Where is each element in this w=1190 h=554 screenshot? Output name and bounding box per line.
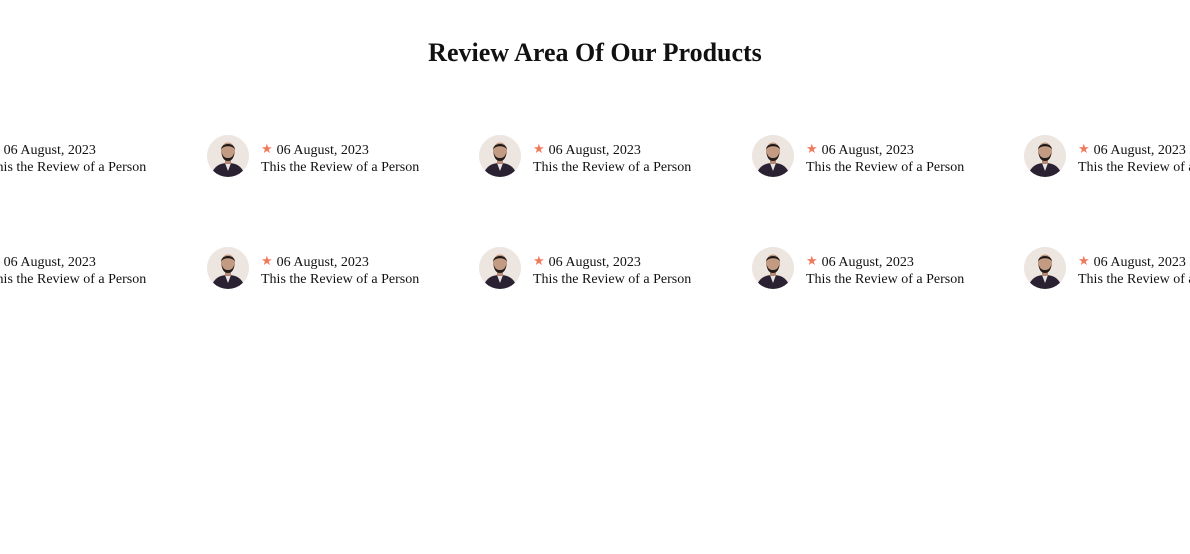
avatar [479,247,521,289]
review-date: 06 August, 2023 [1093,143,1186,158]
star-icon: ★ [261,253,273,268]
review-text: This the Review of a Person [1078,272,1190,287]
review-row: ★06 August, 2023 This the Review of a Pe… [0,134,1190,178]
review-date: 06 August, 2023 [276,255,369,270]
review-text: This the Review of a Person [533,160,692,175]
star-icon: ★ [533,141,545,156]
page-title: Review Area Of Our Products [428,38,762,67]
review-card: ★06 August, 2023 This the Review of a Pe… [207,246,467,290]
avatar [752,247,794,289]
review-date: 06 August, 2023 [548,143,641,158]
review-text: This the Review of a Person [1078,160,1190,175]
avatar [207,135,249,177]
avatar-image [1024,247,1066,289]
avatar-image [752,247,794,289]
avatar [207,247,249,289]
review-date: 06 August, 2023 [3,255,96,270]
review-text: This the Review of a Person [533,272,692,287]
review-card: ★06 August, 2023 This the Review of a Pe… [207,134,467,178]
star-icon: ★ [1078,141,1090,156]
star-icon: ★ [1078,253,1090,268]
star-icon: ★ [261,141,273,156]
review-card: ★06 August, 2023 This the Review of a Pe… [752,246,1012,290]
review-text: This the Review of a Person [806,272,965,287]
review-card: ★06 August, 2023 This the Review of a Pe… [0,246,194,290]
avatar [1024,247,1066,289]
review-card: ★06 August, 2023 This the Review of a Pe… [479,246,739,290]
review-date: 06 August, 2023 [821,255,914,270]
avatar [479,135,521,177]
review-text: This the Review of a Person [0,160,147,175]
review-date: 06 August, 2023 [3,143,96,158]
star-icon: ★ [806,141,818,156]
avatar-image [1024,135,1066,177]
review-text: This the Review of a Person [261,160,420,175]
review-card: ★06 August, 2023 This the Review of a Pe… [752,134,1012,178]
review-date: 06 August, 2023 [548,255,641,270]
review-card: ★06 August, 2023 This the Review of a Pe… [1024,246,1190,290]
avatar-image [752,135,794,177]
review-card: ★06 August, 2023 This the Review of a Pe… [1024,134,1190,178]
review-text: This the Review of a Person [261,272,420,287]
review-date: 06 August, 2023 [276,143,369,158]
review-text: This the Review of a Person [806,160,965,175]
review-date: 06 August, 2023 [1093,255,1186,270]
review-card: ★06 August, 2023 This the Review of a Pe… [479,134,739,178]
review-row: ★06 August, 2023 This the Review of a Pe… [0,246,1190,290]
avatar [752,135,794,177]
avatar-image [207,135,249,177]
review-card: ★06 August, 2023 This the Review of a Pe… [0,134,194,178]
avatar-image [479,135,521,177]
avatar-image [479,247,521,289]
review-date: 06 August, 2023 [821,143,914,158]
star-icon: ★ [533,253,545,268]
avatar-image [207,247,249,289]
avatar [1024,135,1066,177]
star-icon: ★ [806,253,818,268]
review-text: This the Review of a Person [0,272,147,287]
